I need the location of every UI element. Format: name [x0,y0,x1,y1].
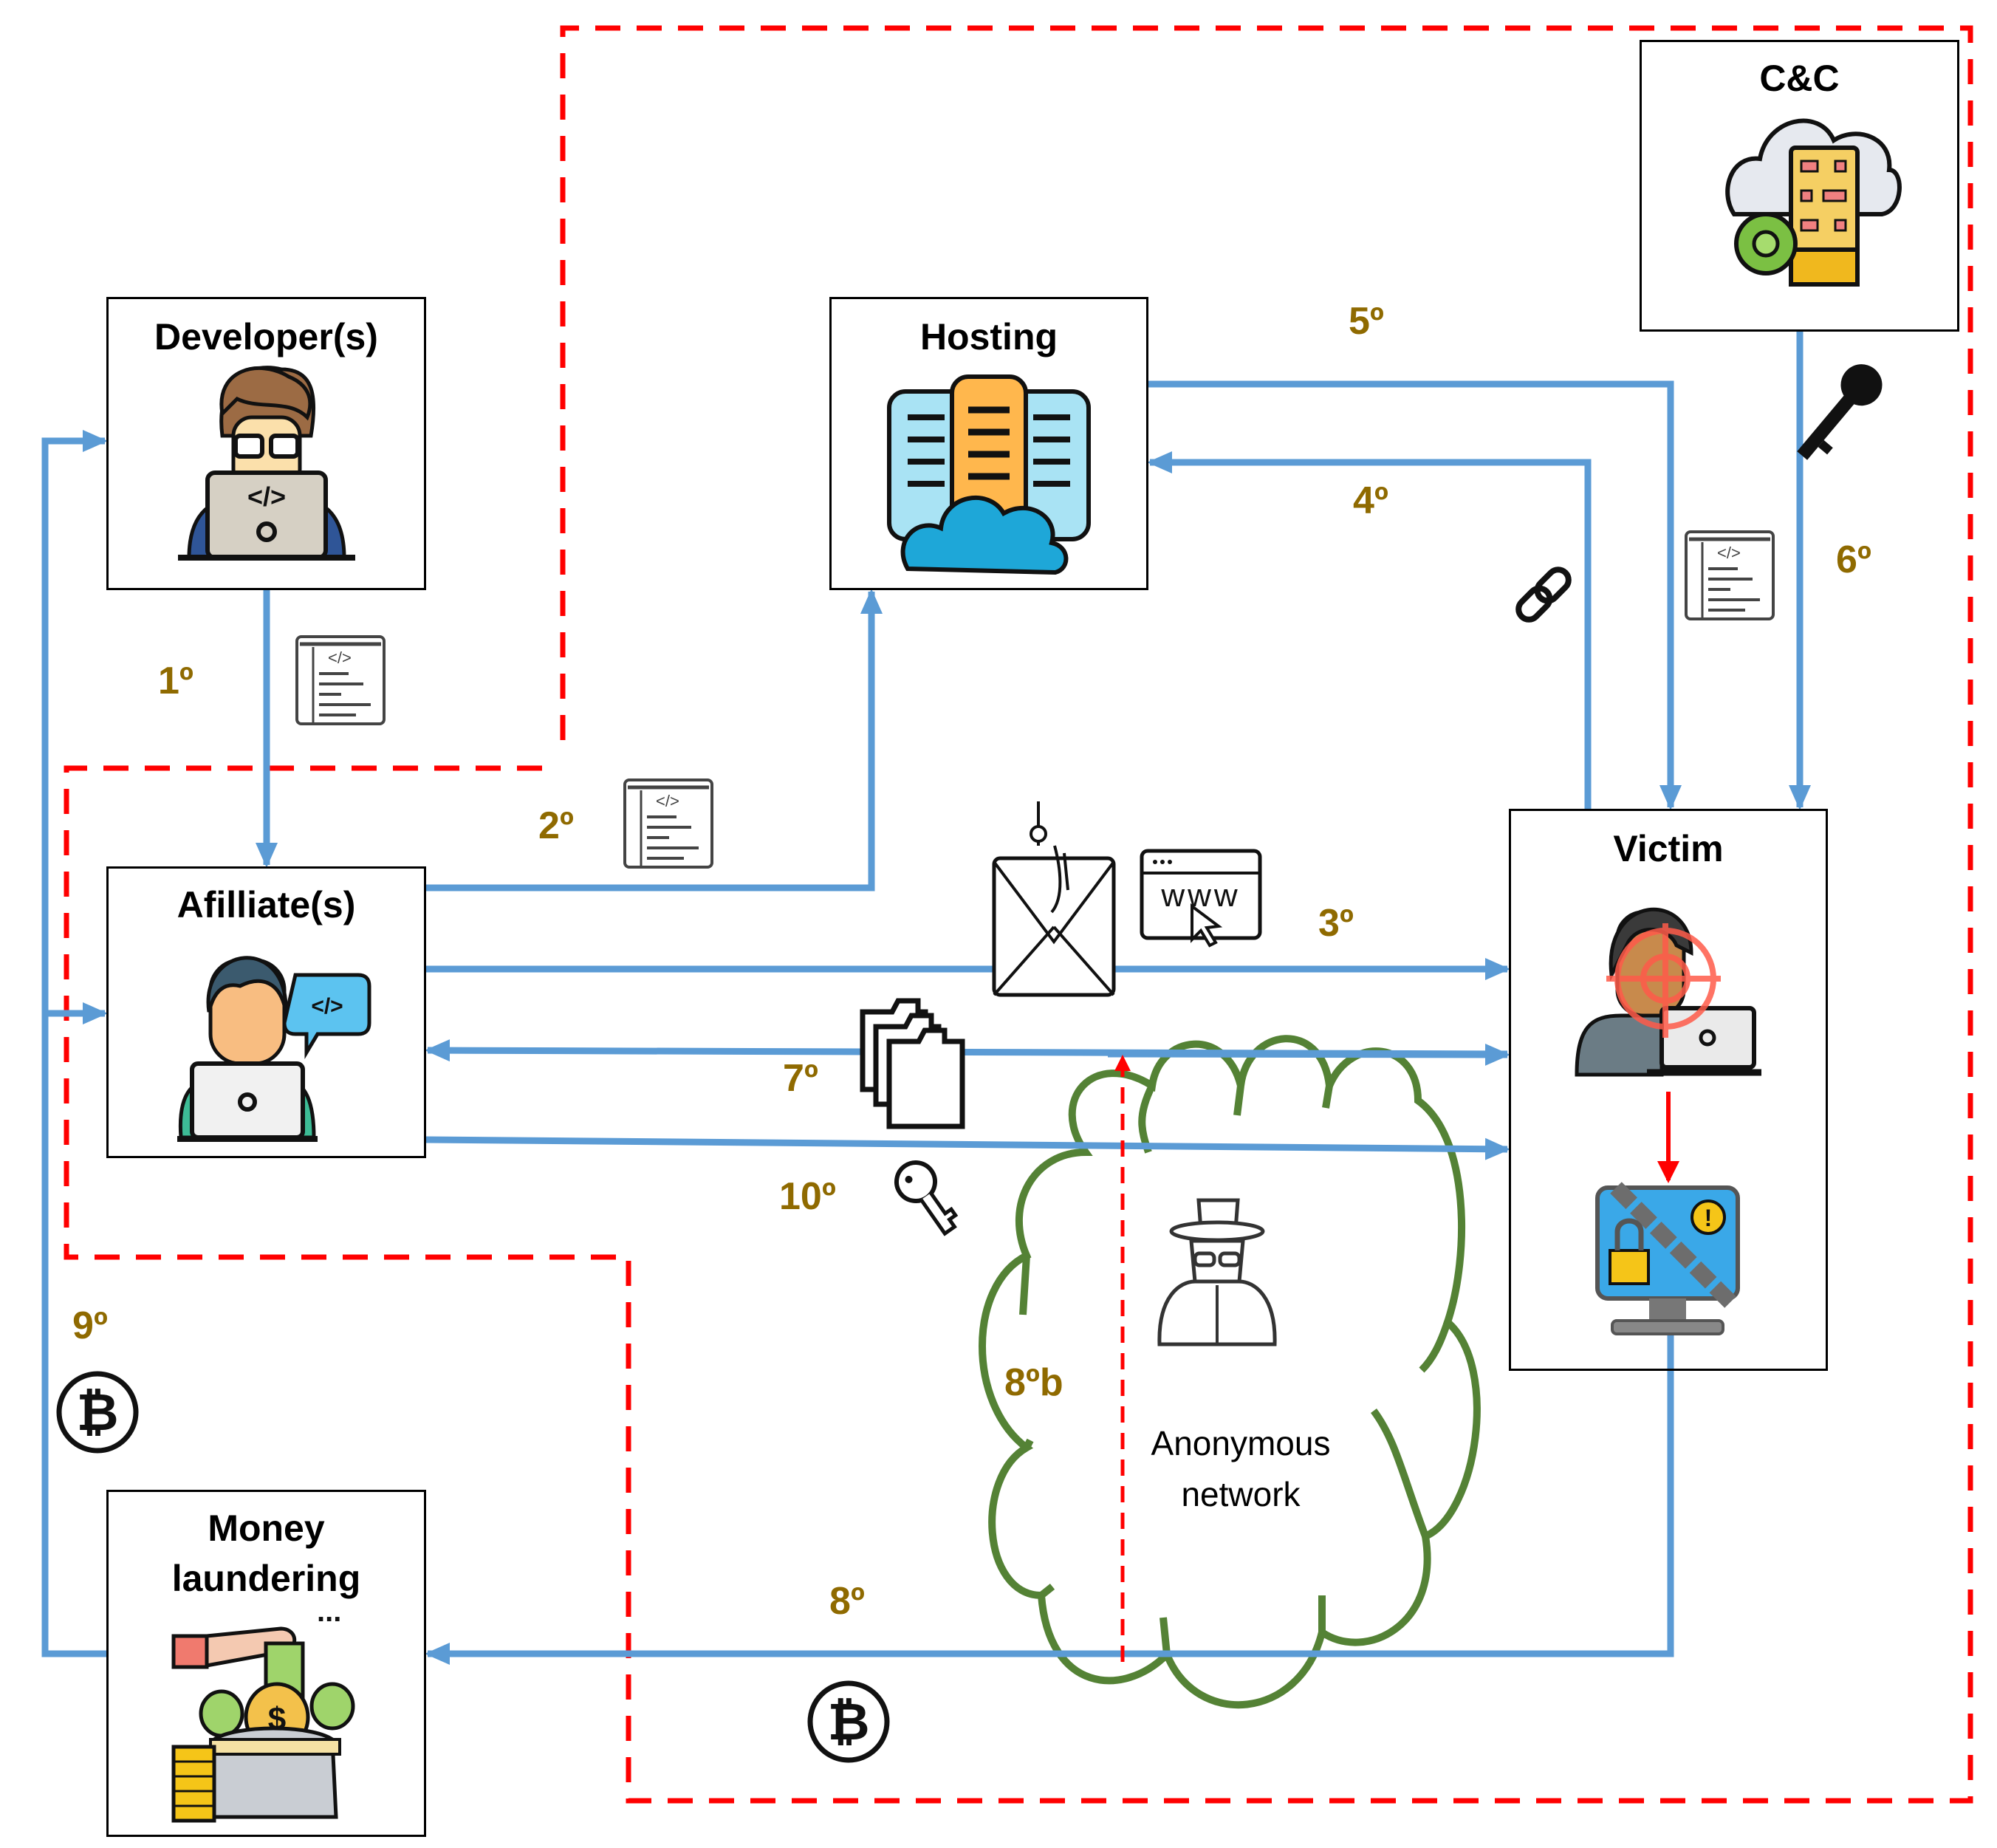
svg-text:</>: </> [1717,544,1741,562]
step-label-5: 5º [1349,300,1384,343]
node-money-label-line1: Money [208,1508,325,1549]
folders-icon [860,998,965,1129]
website-www-text: www [1161,877,1241,914]
node-victim-label: Victim [1613,828,1724,869]
step-label-7: 7º [783,1057,818,1100]
cloud-lobe [1138,1084,1156,1154]
node-hosting[interactable]: Hosting [829,297,1148,590]
anonymous-network-line1: Anonymous [1151,1424,1331,1462]
code-document-icon: </> [1685,530,1775,620]
step-label-8b: 8ºb [1004,1361,1063,1404]
node-hosting-label: Hosting [919,316,1058,357]
step-label-3: 3º [1318,902,1354,945]
step-label-8: 8º [829,1580,865,1623]
cloud-lobe [1019,1255,1030,1315]
flow-arrow-step-5 [1148,380,1682,810]
bitcoin-glyph: ₿ [827,1691,870,1752]
step-label-4: 4º [1353,479,1388,522]
svg-text:</>: </> [656,792,679,810]
spy-icon [1157,1198,1277,1346]
bitcoin-glyph: ₿ [76,1382,119,1443]
phishing-email-icon [992,801,1116,997]
node-affiliate[interactable]: Afilliate(s) [106,866,426,1158]
step-label-6: 6º [1836,538,1871,581]
flow-arrow-step-10 [425,1136,1510,1160]
code-document-icon: </> [623,778,713,869]
link-icon [1515,567,1572,623]
node-cnc[interactable]: C&C [1640,40,1959,332]
node-money-laundering[interactable]: Money laundering ... [106,1490,426,1837]
flow-arrow-step-9 [41,430,108,1657]
node-developer[interactable]: Developer(s) [106,297,426,590]
cloud-lobe [1419,1321,1451,1373]
money-ellipsis: ... [317,1595,342,1628]
anonymous-network-line2: network [1181,1475,1301,1513]
cloud-lobe [1233,1085,1244,1116]
node-victim[interactable]: Victim [1509,809,1828,1371]
cloud-lobe [1322,1085,1333,1109]
step-label-1: 1º [158,660,193,702]
cloud-lobe [1023,1438,1034,1450]
node-affiliate-label: Afilliate(s) [177,884,356,925]
node-developer-label: Developer(s) [154,316,378,357]
code-document-icon: </> [295,635,386,725]
node-money-label-line2: laundering [171,1558,361,1599]
step-label-9: 9º [72,1304,108,1347]
step-label-10: 10º [779,1175,836,1218]
step-label-2: 2º [538,804,574,847]
anonymous-network-label: Anonymous network [1130,1418,1352,1520]
cloud-lobe [1038,1584,1055,1598]
cloud-lobe [1370,1409,1429,1538]
svg-text:</>: </> [328,648,352,667]
cloud-lobe [1160,1617,1171,1655]
node-cnc-label: C&C [1759,58,1840,99]
key-icon [894,1160,959,1236]
flow-arrow-step-7-to-victim [1107,1043,1510,1066]
